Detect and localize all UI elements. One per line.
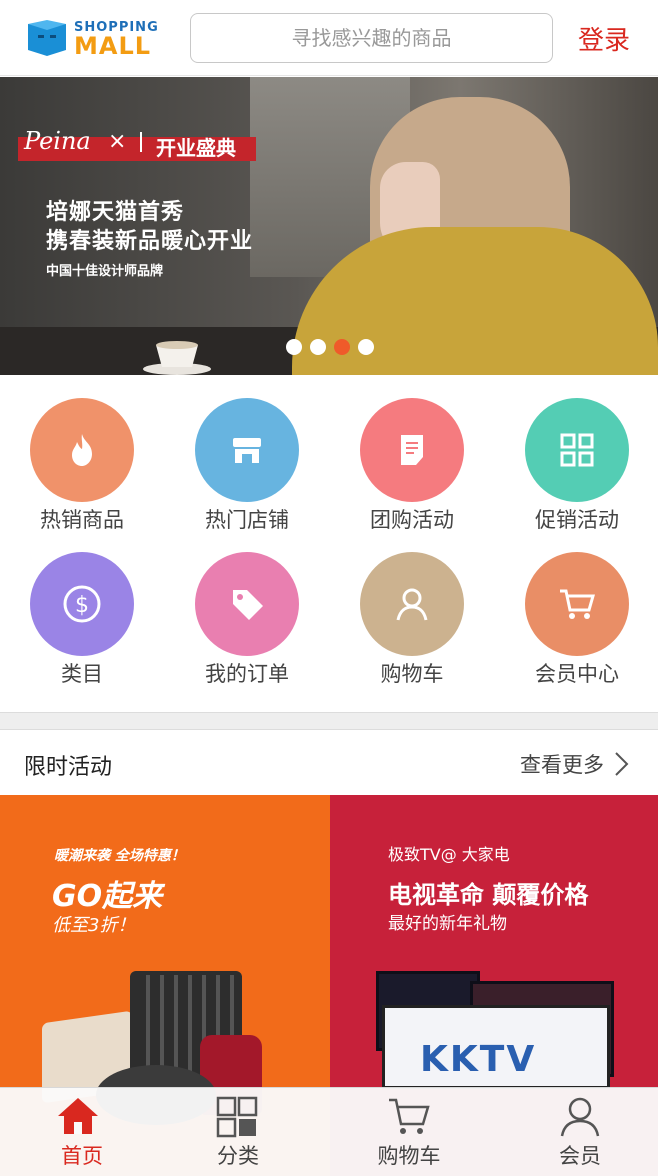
category-grid-icon bbox=[216, 1096, 258, 1138]
brand-title: 开业盛典 bbox=[156, 136, 236, 160]
category-grid: 热销商品 热门店铺 团购活动 促销活动 $ 类目 我的订单 购物车 会员中心 bbox=[0, 376, 658, 710]
hero-banner[interactable]: Peina × 开业盛典 培娜天猫首秀 携春装新品暖心开业 中国十佳设计师品牌 bbox=[0, 77, 658, 375]
category-circle bbox=[525, 552, 629, 656]
cart-icon bbox=[389, 1098, 430, 1134]
fire-icon bbox=[72, 434, 92, 466]
category-label: 类目 bbox=[61, 662, 103, 686]
promo-left-line1: 暖潮来袭 全场特惠！ bbox=[54, 848, 185, 864]
logo[interactable]: SHOPPING MALL bbox=[26, 18, 158, 60]
category-circle bbox=[360, 552, 464, 656]
promo-right-line1: 极致TV@ 大家电 bbox=[388, 845, 510, 864]
category-label: 会员中心 bbox=[535, 662, 619, 686]
category-group-buy[interactable]: 团购活动 bbox=[330, 376, 494, 532]
login-link[interactable]: 登录 bbox=[578, 20, 630, 57]
category-circle bbox=[195, 552, 299, 656]
store-icon bbox=[233, 438, 261, 463]
promo-right-line2: 电视革命 颠覆价格 bbox=[388, 881, 589, 909]
promo-left-line2: GO起来 bbox=[52, 879, 163, 914]
flash-sale-title: 限时活动 bbox=[24, 755, 113, 780]
carousel-dots bbox=[286, 339, 374, 355]
svg-text:$: $ bbox=[75, 593, 89, 618]
kktv-logo: KKTV bbox=[420, 1039, 537, 1080]
tab-category[interactable]: 分类 bbox=[156, 1088, 320, 1176]
header: SHOPPING MALL 寻找感兴趣的商品 登录 bbox=[0, 0, 658, 76]
tab-label: 会员 bbox=[559, 1144, 601, 1168]
bottom-tab-bar: 首页 分类 购物车 会员 bbox=[0, 1087, 658, 1176]
category-label: 我的订单 bbox=[205, 662, 289, 686]
category-promotions[interactable]: 促销活动 bbox=[495, 376, 658, 532]
category-member-center[interactable]: 会员中心 bbox=[495, 530, 658, 686]
promo-right-line3: 最好的新年礼物 bbox=[388, 914, 507, 934]
tab-label: 购物车 bbox=[377, 1144, 441, 1168]
category-circle: $ bbox=[30, 552, 134, 656]
category-label: 购物车 bbox=[380, 662, 444, 686]
category-catalog[interactable]: $ 类目 bbox=[0, 530, 164, 686]
brand-x: × bbox=[108, 129, 127, 154]
cup-icon bbox=[143, 341, 211, 375]
search-input[interactable]: 寻找感兴趣的商品 bbox=[190, 13, 553, 63]
grid-icon bbox=[560, 433, 594, 467]
view-more-link[interactable]: 查看更多 bbox=[520, 749, 604, 779]
category-my-orders[interactable]: 我的订单 bbox=[165, 530, 329, 686]
section-divider bbox=[0, 712, 658, 730]
user-icon bbox=[560, 1097, 600, 1137]
banner-subline: 中国十佳设计师品牌 bbox=[46, 264, 164, 279]
tab-label: 首页 bbox=[61, 1144, 103, 1168]
category-circle bbox=[360, 398, 464, 502]
document-icon bbox=[401, 435, 423, 465]
tab-member[interactable]: 会员 bbox=[498, 1088, 658, 1176]
category-cart[interactable]: 购物车 bbox=[330, 530, 494, 686]
flash-sale-header: 限时活动 查看更多 bbox=[0, 731, 658, 795]
banner-headline-1: 培娜天猫首秀 bbox=[46, 200, 185, 225]
category-hot-products[interactable]: 热销商品 bbox=[0, 376, 164, 532]
home-icon bbox=[58, 1098, 98, 1134]
cart-icon bbox=[560, 589, 595, 619]
brand-divider bbox=[140, 132, 142, 152]
carousel-dot-active[interactable] bbox=[334, 339, 350, 355]
category-hot-stores[interactable]: 热门店铺 bbox=[165, 376, 329, 532]
tab-home[interactable]: 首页 bbox=[0, 1088, 164, 1176]
tab-label: 分类 bbox=[217, 1144, 259, 1168]
category-circle bbox=[525, 398, 629, 502]
logo-text-bottom: MALL bbox=[74, 32, 152, 60]
category-circle bbox=[195, 398, 299, 502]
carousel-dot[interactable] bbox=[286, 339, 302, 355]
user-icon bbox=[396, 588, 428, 621]
dollar-icon: $ bbox=[63, 585, 101, 623]
carousel-dot[interactable] bbox=[310, 339, 326, 355]
logo-box-icon bbox=[28, 20, 66, 56]
promo-left-line3: 低至3折！ bbox=[52, 915, 136, 936]
banner-headline-2: 携春装新品暖心开业 bbox=[46, 229, 254, 254]
tab-cart[interactable]: 购物车 bbox=[327, 1088, 491, 1176]
brand-script-logo: Peina bbox=[24, 127, 91, 155]
tag-icon bbox=[233, 590, 263, 620]
chevron-right-icon[interactable] bbox=[614, 751, 630, 777]
carousel-dot[interactable] bbox=[358, 339, 374, 355]
category-circle bbox=[30, 398, 134, 502]
